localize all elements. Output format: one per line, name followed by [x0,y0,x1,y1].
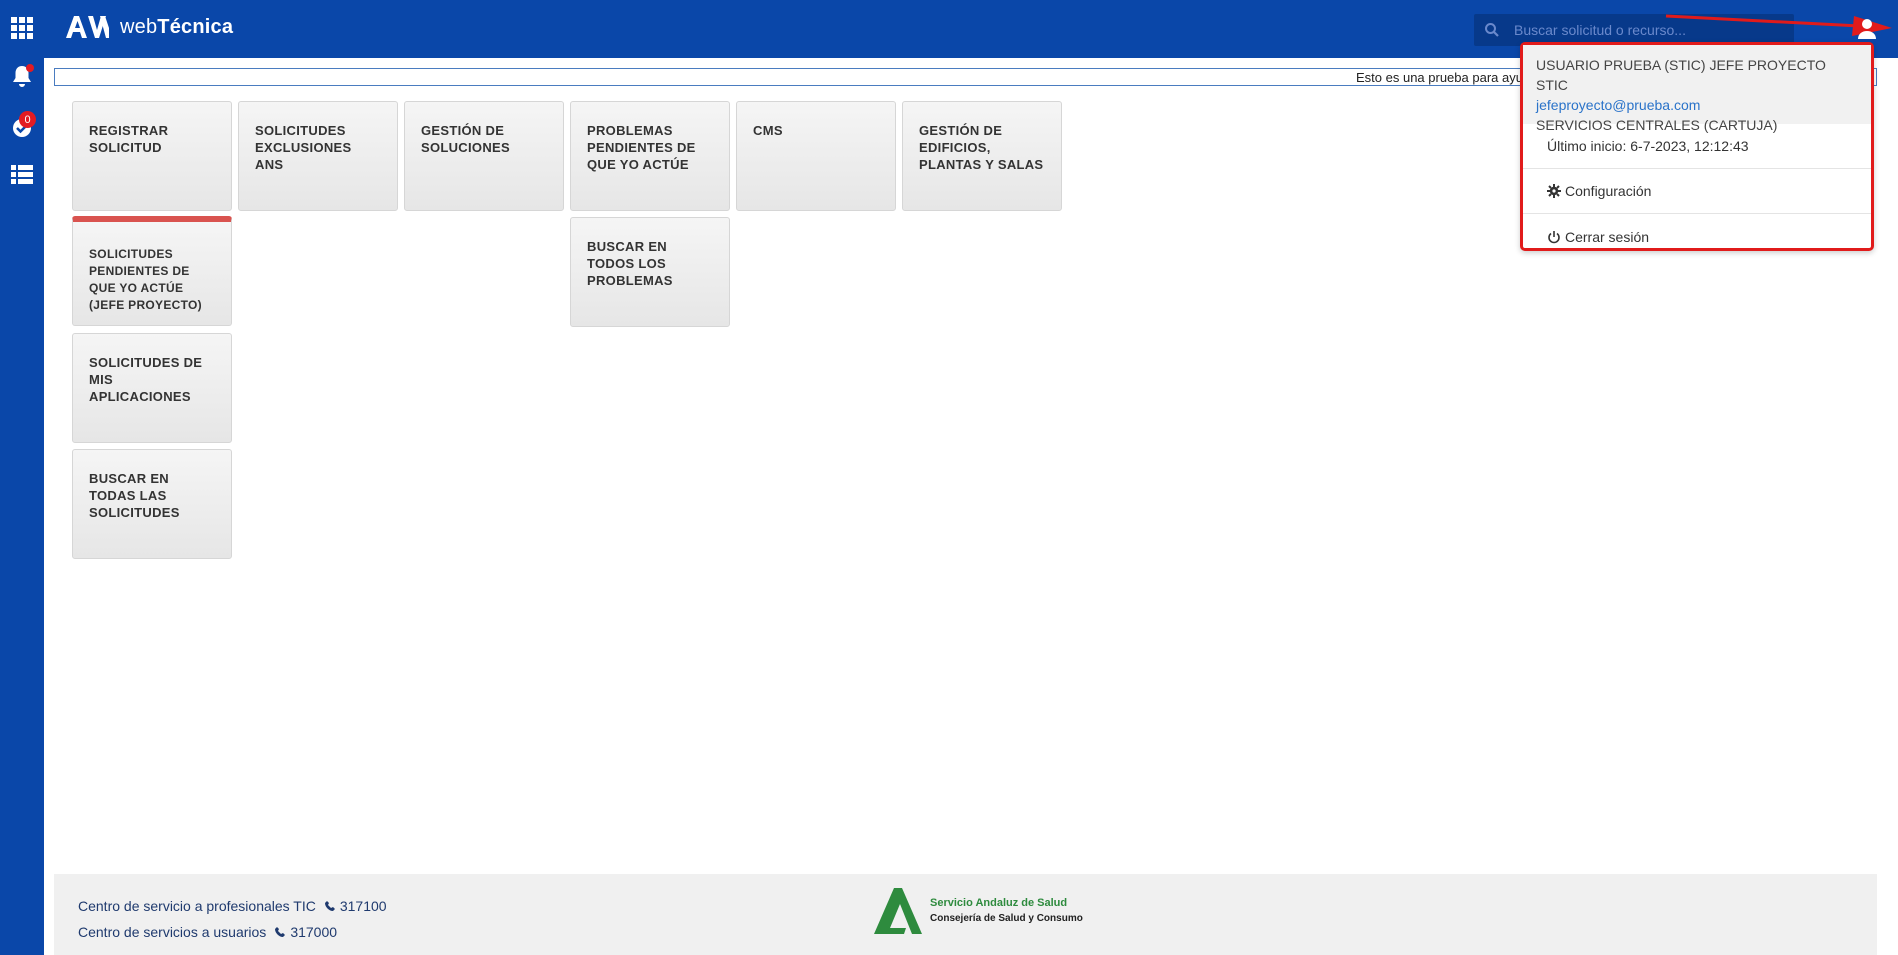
last-login-text: Último inicio: 6-7-2023, 12:12:43 [1547,138,1749,154]
footer-support-line-1: Centro de servicio a profesionales TIC 3… [78,898,387,914]
tile-cms[interactable]: CMS [736,101,896,211]
user-name: USUARIO PRUEBA (STIC) JEFE PROYECTO STIC [1536,57,1826,93]
footer-support-line-2: Centro de servicios a usuarios 317000 [78,924,337,940]
notification-dot [26,64,34,72]
tile-gestion-soluciones[interactable]: GESTIÓN DE SOLUCIONES [404,101,564,211]
power-icon [1548,230,1560,243]
gear-icon [1547,184,1561,198]
settings-label: Configuración [1565,183,1652,199]
tile-registrar-solicitud[interactable]: REGISTRAR SOLICITUD [72,101,232,211]
sas-logo-mark-icon [874,888,922,934]
brand-mark-icon [66,16,109,38]
tile-solicitudes-pendientes-jefe[interactable]: SOLICITUDES PENDIENTES DE QUE YO ACTÚE (… [72,216,232,326]
logo-line1: Servicio Andaluz de Salud [930,897,1068,909]
settings-menu-item[interactable]: Configuración [1523,169,1871,214]
apps-grid-icon[interactable] [0,6,44,50]
tile-buscar-solicitudes[interactable]: BUSCAR EN TODAS LAS SOLICITUDES [72,449,232,559]
logo-line2: Consejería de Salud y Consumo [930,913,1083,924]
tile-solicitudes-mis-aplicaciones[interactable]: SOLICITUDES DE MIS APLICACIONES [72,333,232,443]
tile-solicitudes-exclusiones-ans[interactable]: SOLICITUDES EXCLUSIONES ANS [238,101,398,211]
user-info: USUARIO PRUEBA (STIC) JEFE PROYECTO STIC… [1523,45,1871,133]
logout-menu-item[interactable]: Cerrar sesión [1523,214,1871,259]
footer-phone2: 317000 [290,924,338,940]
footer-phone1: 317100 [339,898,387,914]
list-view-icon[interactable] [0,153,44,197]
tile-problemas-pendientes[interactable]: PROBLEMAS PENDIENTES DE QUE YO ACTÚE [570,101,730,211]
phone-icon [324,901,335,911]
footer: Centro de servicio a profesionales TIC 3… [54,874,1877,955]
phone-icon [275,927,286,937]
footer-line1-text: Centro de servicio a profesionales TIC [78,898,316,914]
logout-label: Cerrar sesión [1565,228,1650,245]
left-rail: 0 [0,0,44,955]
notifications-bell-icon[interactable] [0,55,44,99]
tile-gestion-edificios[interactable]: GESTIÓN DE EDIFICIOS, PLANTAS Y SALAS [902,101,1062,211]
search-icon [1485,23,1499,37]
tasks-badge: 0 [19,111,36,128]
sas-logo: Servicio Andaluz de Salud Consejería de … [872,886,1083,936]
tile-buscar-problemas[interactable]: BUSCAR EN TODOS LOS PROBLEMAS [570,217,730,327]
user-email[interactable]: jefeproyecto@prueba.com [1536,95,1859,115]
user-account-icon[interactable] [1852,14,1882,44]
brand-logo[interactable]: webTécnica [64,14,233,40]
user-menu-dropdown: USUARIO PRUEBA (STIC) JEFE PROYECTO STIC… [1520,42,1874,251]
footer-line2-text: Centro de servicios a usuarios [78,924,267,940]
brand-name: webTécnica [120,15,234,38]
